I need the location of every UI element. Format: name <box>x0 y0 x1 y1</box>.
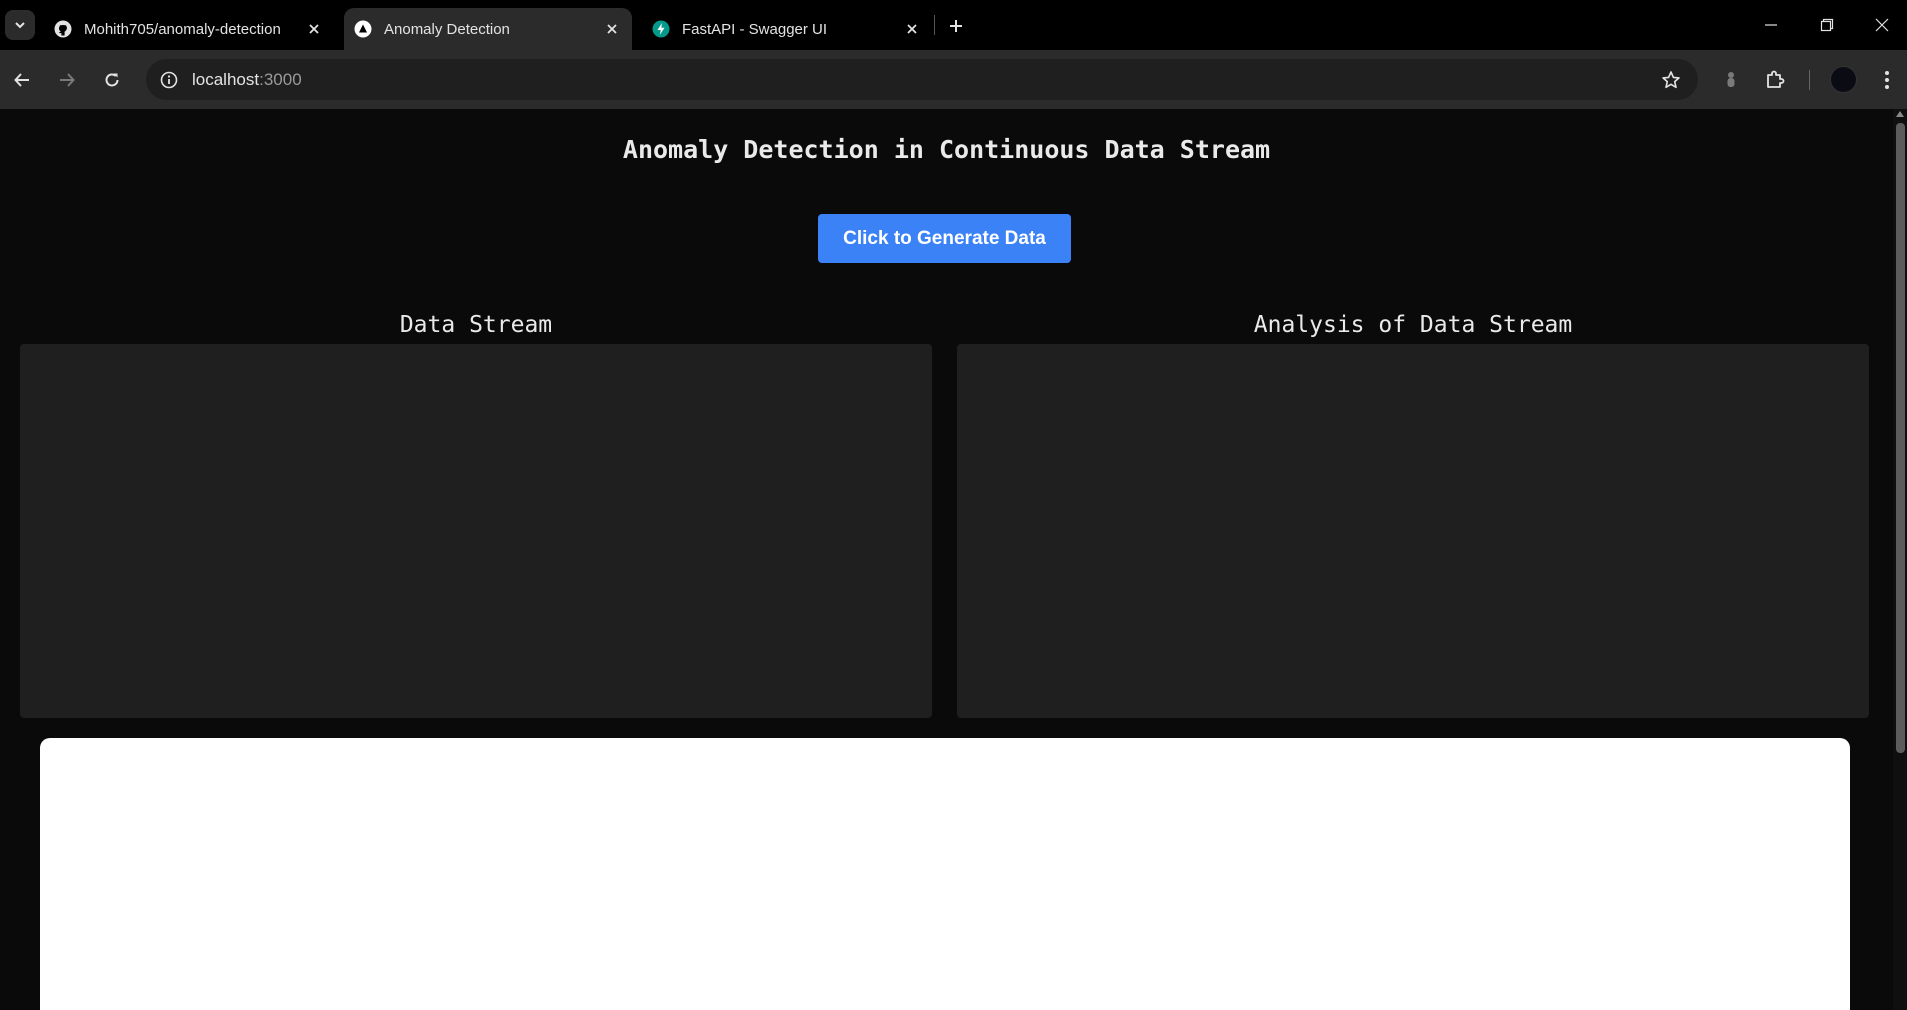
tab-title: Mohith705/anomaly-detection <box>84 20 281 38</box>
tab-fastapi[interactable]: FastAPI - Swagger UI <box>642 8 932 50</box>
bookmark-star-icon[interactable] <box>1658 67 1684 93</box>
back-button[interactable] <box>6 64 38 96</box>
profile-avatar[interactable] <box>1830 66 1857 93</box>
tab-search-button[interactable] <box>5 10 35 40</box>
arrow-right-icon <box>60 73 75 87</box>
toolbar-divider <box>1809 70 1810 90</box>
scrollbar-thumb[interactable] <box>1896 123 1905 753</box>
close-window-button[interactable] <box>1857 0 1907 50</box>
minimize-icon <box>1765 24 1777 26</box>
tab-title: Anomaly Detection <box>384 20 510 38</box>
analysis-panel <box>957 344 1869 718</box>
url-text[interactable]: localhost:3000 <box>192 70 302 90</box>
address-bar[interactable]: localhost:3000 <box>146 59 1698 100</box>
tab-github[interactable]: Mohith705/anomaly-detection <box>44 8 334 50</box>
results-card <box>40 738 1850 1010</box>
scroll-up-arrow-icon[interactable] <box>1896 111 1904 117</box>
close-icon[interactable] <box>902 19 922 39</box>
data-stream-title: Data Stream <box>399 312 553 338</box>
restore-icon <box>1820 18 1834 32</box>
url-host: localhost <box>192 70 260 89</box>
chevron-down-icon <box>15 22 25 29</box>
generate-data-button[interactable]: Click to Generate Data <box>818 214 1071 263</box>
menu-kebab-icon[interactable] <box>1873 66 1901 94</box>
extensions-puzzle-icon[interactable] <box>1761 66 1789 94</box>
data-stream-panel <box>20 344 932 718</box>
arrow-left-icon <box>14 73 29 87</box>
info-icon[interactable] <box>156 67 181 92</box>
new-tab-button[interactable] <box>942 12 970 40</box>
github-icon <box>54 20 72 38</box>
close-icon[interactable] <box>304 19 324 39</box>
page-viewport: Anomaly Detection in Continuous Data Str… <box>0 109 1893 1010</box>
triangle-icon <box>354 20 372 38</box>
tab-strip: Mohith705/anomaly-detection Anomaly Dete… <box>0 0 1907 50</box>
reload-icon <box>105 73 119 87</box>
tab-divider <box>934 15 935 35</box>
tab-anomaly-detection[interactable]: Anomaly Detection <box>344 8 632 50</box>
page-scrollbar[interactable] <box>1893 109 1907 1010</box>
analysis-title: Analysis of Data Stream <box>1253 312 1573 338</box>
tab-title: FastAPI - Swagger UI <box>682 20 828 38</box>
forward-button[interactable] <box>51 64 83 96</box>
fastapi-icon <box>652 20 670 38</box>
page-title: Anomaly Detection in Continuous Data Str… <box>622 135 1271 164</box>
extension-puppet-icon[interactable] <box>1717 66 1745 94</box>
restore-button[interactable] <box>1799 0 1855 50</box>
reload-button[interactable] <box>96 64 128 96</box>
close-icon <box>1875 18 1889 32</box>
minimize-button[interactable] <box>1743 0 1799 50</box>
browser-toolbar: localhost:3000 <box>0 50 1907 109</box>
url-port: :3000 <box>259 70 302 89</box>
plus-icon <box>950 20 962 32</box>
close-icon[interactable] <box>602 19 622 39</box>
